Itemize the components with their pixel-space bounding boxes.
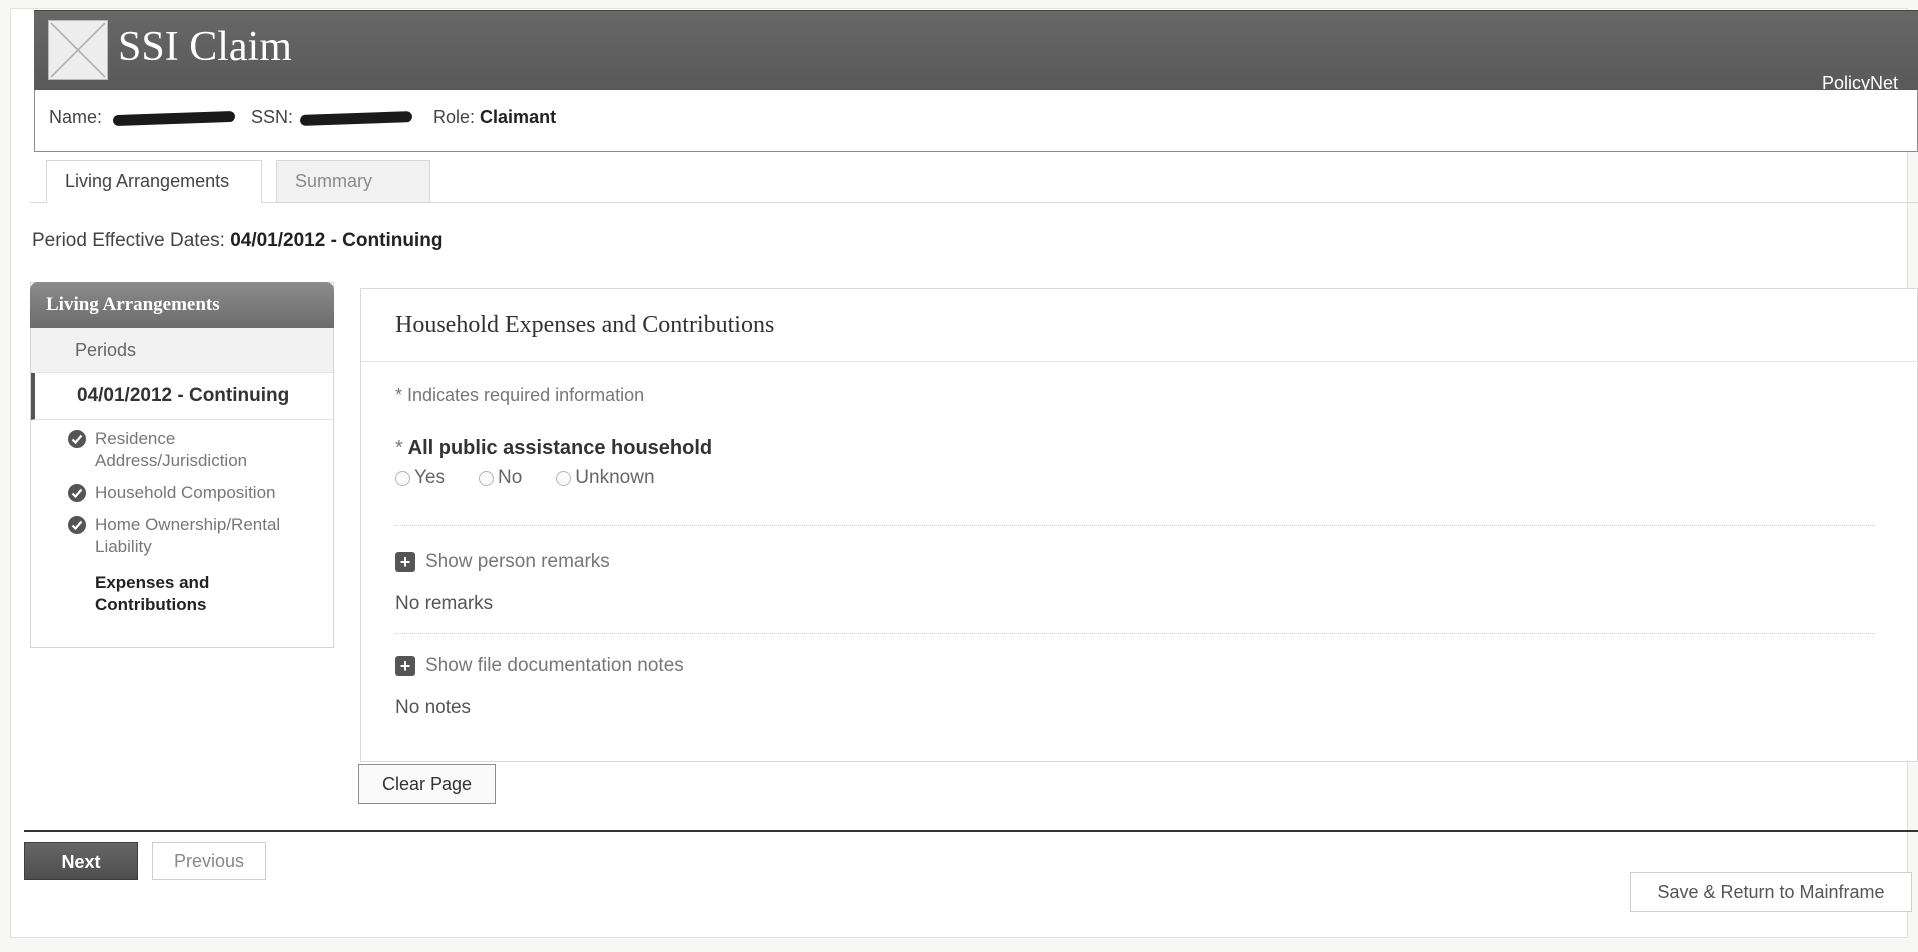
nav-current-period[interactable]: 04/01/2012 - Continuing <box>31 373 333 420</box>
nav-item-label: Expenses and Contributions <box>95 573 210 614</box>
question-text: All public assistance household <box>407 437 713 459</box>
file-notes-value: No notes <box>395 697 472 718</box>
radio-label: No <box>498 467 523 488</box>
bottom-divider <box>24 830 1918 832</box>
save-return-mainframe-button[interactable]: Save & Return to Mainframe <box>1630 872 1912 912</box>
plus-icon: + <box>395 656 415 676</box>
app-title: SSI Claim <box>118 24 292 70</box>
section-divider <box>395 633 1875 634</box>
radio-unknown[interactable]: Unknown <box>556 467 655 489</box>
check-circle-icon <box>68 430 86 448</box>
claimant-role: Role: Claimant <box>433 107 556 128</box>
tab-bar: Living Arrangements Summary <box>30 160 1918 203</box>
nav-item-label: Home Ownership/Rental Liability <box>95 515 281 556</box>
ssn-label: SSN: <box>251 107 294 127</box>
toggle-label: Show file documentation notes <box>425 655 684 676</box>
nav-item-residence-address[interactable]: Residence Address/Jurisdiction <box>31 428 333 472</box>
period-value: 04/01/2012 - Continuing <box>230 230 443 251</box>
left-nav-title: Living Arrangements <box>30 282 334 328</box>
radio-no[interactable]: No <box>479 467 522 489</box>
broken-image-icon <box>48 20 108 80</box>
question-label: * All public assistance household <box>395 437 712 460</box>
show-person-remarks-toggle[interactable]: + Show person remarks <box>395 551 610 573</box>
left-navigation: Living Arrangements Periods 04/01/2012 -… <box>30 282 334 648</box>
required-info-note: * Indicates required information <box>395 385 645 405</box>
nav-periods-link[interactable]: Periods <box>31 328 333 373</box>
name-label: Name: <box>49 107 103 127</box>
clear-page-button[interactable]: Clear Page <box>358 764 496 804</box>
previous-button[interactable]: Previous <box>152 842 266 880</box>
panel-title: Household Expenses and Contributions <box>361 289 1917 362</box>
radio-yes[interactable]: Yes <box>395 467 445 489</box>
main-panel: Household Expenses and Contributions * I… <box>360 288 1918 762</box>
period-effective-dates: Period Effective Dates: 04/01/2012 - Con… <box>32 230 442 252</box>
radio-circle[interactable] <box>395 470 410 486</box>
nav-item-label: Household Composition <box>95 483 276 502</box>
nav-item-home-ownership[interactable]: Home Ownership/Rental Liability <box>31 514 333 558</box>
check-circle-icon <box>68 516 86 534</box>
claimant-info-bar: Name: SSN: Role: Claimant <box>34 90 1918 152</box>
claimant-ssn: SSN: <box>251 107 413 128</box>
role-value: Claimant <box>480 107 557 127</box>
check-circle-icon <box>68 484 86 502</box>
radio-circle[interactable] <box>556 470 572 486</box>
period-label: Period Effective Dates: <box>32 230 225 251</box>
nav-item-expenses-contributions[interactable]: Expenses and Contributions <box>31 572 333 616</box>
redacted-ssn <box>299 110 413 126</box>
next-button[interactable]: Next <box>24 842 138 880</box>
role-label: Role: <box>433 107 476 127</box>
section-divider <box>395 525 1875 526</box>
person-remarks-value: No remarks <box>395 593 494 614</box>
nav-item-label: Residence Address/Jurisdiction <box>95 429 248 470</box>
public-assistance-radio-group: Yes No Unknown <box>395 467 655 489</box>
show-file-notes-toggle[interactable]: + Show file documentation notes <box>395 655 684 677</box>
tab-living-arrangements[interactable]: Living Arrangements <box>46 160 262 203</box>
redacted-name <box>112 110 236 126</box>
plus-icon: + <box>395 552 415 572</box>
nav-item-household-composition[interactable]: Household Composition <box>31 482 333 504</box>
tab-summary[interactable]: Summary <box>276 160 430 202</box>
app-header: SSI Claim PolicyNet <box>34 10 1918 93</box>
toggle-label: Show person remarks <box>425 551 610 572</box>
radio-label: Unknown <box>575 467 655 488</box>
required-asterisk: * <box>395 437 403 459</box>
radio-label: Yes <box>414 467 445 488</box>
claimant-name: Name: <box>49 107 236 128</box>
radio-circle[interactable] <box>479 470 494 486</box>
